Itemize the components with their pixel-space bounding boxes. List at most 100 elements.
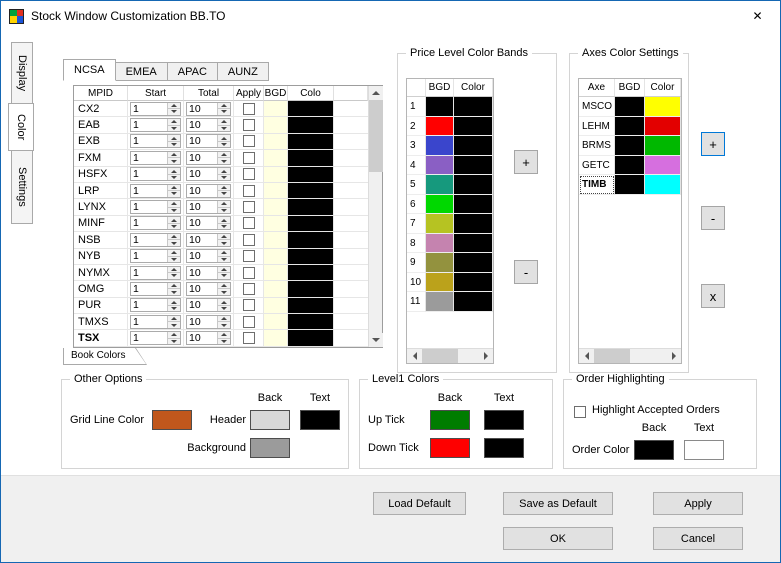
spinner-down-button[interactable]: [168, 174, 180, 181]
apply-checkbox[interactable]: [243, 135, 255, 147]
ok-button[interactable]: OK: [503, 527, 613, 550]
bgd-color-cell[interactable]: [615, 136, 645, 156]
total-spinner[interactable]: 10: [186, 151, 231, 165]
mpid-cell[interactable]: TMXS: [74, 314, 128, 330]
mpid-cell[interactable]: NYB: [74, 249, 128, 265]
text-color-cell[interactable]: [645, 136, 681, 156]
apply-checkbox[interactable]: [243, 299, 255, 311]
axe-name-cell[interactable]: GETC: [579, 156, 615, 176]
start-spinner[interactable]: 1: [130, 298, 181, 312]
bgd-color-cell[interactable]: [264, 167, 288, 183]
scrollbar-track[interactable]: [369, 100, 382, 333]
start-spinner[interactable]: 1: [130, 167, 181, 181]
spinner-down-button[interactable]: [168, 338, 180, 345]
apply-checkbox[interactable]: [243, 168, 255, 180]
text-color-cell[interactable]: [288, 101, 334, 117]
start-spinner[interactable]: 1: [130, 233, 181, 247]
total-spinner[interactable]: 10: [186, 167, 231, 181]
bgd-color-cell[interactable]: [426, 253, 454, 273]
text-color-cell[interactable]: [288, 134, 334, 150]
price-band-add-button[interactable]: +: [514, 150, 538, 174]
bgd-color-cell[interactable]: [426, 214, 454, 234]
start-spinner[interactable]: 1: [130, 134, 181, 148]
bgd-color-cell[interactable]: [264, 298, 288, 314]
mpid-cell[interactable]: LRP: [74, 183, 128, 199]
bgd-color-cell[interactable]: [426, 117, 454, 137]
text-color-cell[interactable]: [454, 136, 493, 156]
total-spinner[interactable]: 10: [186, 233, 231, 247]
total-spinner[interactable]: 10: [186, 184, 231, 198]
spinner-down-button[interactable]: [168, 141, 180, 148]
down-tick-back-swatch[interactable]: [430, 438, 470, 458]
text-color-cell[interactable]: [288, 117, 334, 133]
tab-apac[interactable]: APAC: [167, 62, 218, 81]
spinner-down-button[interactable]: [168, 190, 180, 197]
text-color-cell[interactable]: [454, 175, 493, 195]
spinner-down-button[interactable]: [168, 157, 180, 164]
text-color-cell[interactable]: [645, 156, 681, 176]
mpid-cell[interactable]: EXB: [74, 134, 128, 150]
spinner-down-button[interactable]: [168, 207, 180, 214]
scroll-left-button[interactable]: [407, 349, 422, 363]
mpid-cell[interactable]: OMG: [74, 281, 128, 297]
axe-name-cell[interactable]: BRMS: [579, 136, 615, 156]
scroll-left-button[interactable]: [579, 349, 594, 363]
bgd-color-cell[interactable]: [264, 232, 288, 248]
order-back-swatch[interactable]: [634, 440, 674, 460]
total-spinner[interactable]: 10: [186, 216, 231, 230]
apply-checkbox[interactable]: [243, 234, 255, 246]
total-spinner[interactable]: 10: [186, 331, 231, 345]
total-spinner[interactable]: 10: [186, 266, 231, 280]
header-text-swatch[interactable]: [300, 410, 340, 430]
scrollbar-thumb[interactable]: [369, 100, 383, 172]
start-spinner[interactable]: 1: [130, 216, 181, 230]
mpid-cell[interactable]: NSB: [74, 232, 128, 248]
bgd-color-cell[interactable]: [426, 195, 454, 215]
close-icon[interactable]: ✕: [735, 1, 780, 30]
text-color-cell[interactable]: [288, 330, 334, 346]
start-spinner[interactable]: 1: [130, 102, 181, 116]
bgd-color-cell[interactable]: [426, 156, 454, 176]
scroll-down-button[interactable]: [369, 333, 383, 347]
bgd-color-cell[interactable]: [264, 183, 288, 199]
mpid-vertical-scrollbar[interactable]: [368, 86, 382, 347]
text-color-cell[interactable]: [454, 156, 493, 176]
spinner-down-button[interactable]: [218, 305, 230, 312]
bgd-color-cell[interactable]: [426, 234, 454, 254]
tab-ncsa[interactable]: NCSA: [63, 59, 116, 81]
spinner-down-button[interactable]: [168, 108, 180, 115]
total-spinner[interactable]: 10: [186, 102, 231, 116]
text-color-cell[interactable]: [288, 298, 334, 314]
axes-horizontal-scrollbar[interactable]: [579, 348, 681, 363]
apply-checkbox[interactable]: [243, 152, 255, 164]
apply-button[interactable]: Apply: [653, 492, 743, 515]
text-color-cell[interactable]: [454, 292, 493, 312]
spinner-down-button[interactable]: [218, 321, 230, 328]
spinner-down-button[interactable]: [218, 272, 230, 279]
start-spinner[interactable]: 1: [130, 315, 181, 329]
apply-checkbox[interactable]: [243, 267, 255, 279]
bgd-color-cell[interactable]: [264, 265, 288, 281]
mpid-cell[interactable]: MINF: [74, 216, 128, 232]
spinner-down-button[interactable]: [168, 239, 180, 246]
text-color-cell[interactable]: [288, 281, 334, 297]
bgd-color-cell[interactable]: [264, 101, 288, 117]
spinner-down-button[interactable]: [218, 141, 230, 148]
mpid-cell[interactable]: HSFX: [74, 167, 128, 183]
text-color-cell[interactable]: [454, 234, 493, 254]
mpid-cell[interactable]: NYMX: [74, 265, 128, 281]
text-color-cell[interactable]: [288, 265, 334, 281]
axe-name-cell[interactable]: TIMB: [579, 175, 615, 195]
spinner-down-button[interactable]: [218, 288, 230, 295]
total-spinner[interactable]: 10: [186, 118, 231, 132]
axe-name-cell[interactable]: LEHM: [579, 117, 615, 137]
start-spinner[interactable]: 1: [130, 200, 181, 214]
text-color-cell[interactable]: [645, 97, 681, 117]
text-color-cell[interactable]: [288, 232, 334, 248]
price-horizontal-scrollbar[interactable]: [407, 348, 493, 363]
text-color-cell[interactable]: [454, 273, 493, 293]
bgd-color-cell[interactable]: [426, 136, 454, 156]
highlight-accepted-orders-checkbox[interactable]: [574, 406, 586, 418]
mpid-cell[interactable]: EAB: [74, 117, 128, 133]
bgd-color-cell[interactable]: [426, 292, 454, 312]
